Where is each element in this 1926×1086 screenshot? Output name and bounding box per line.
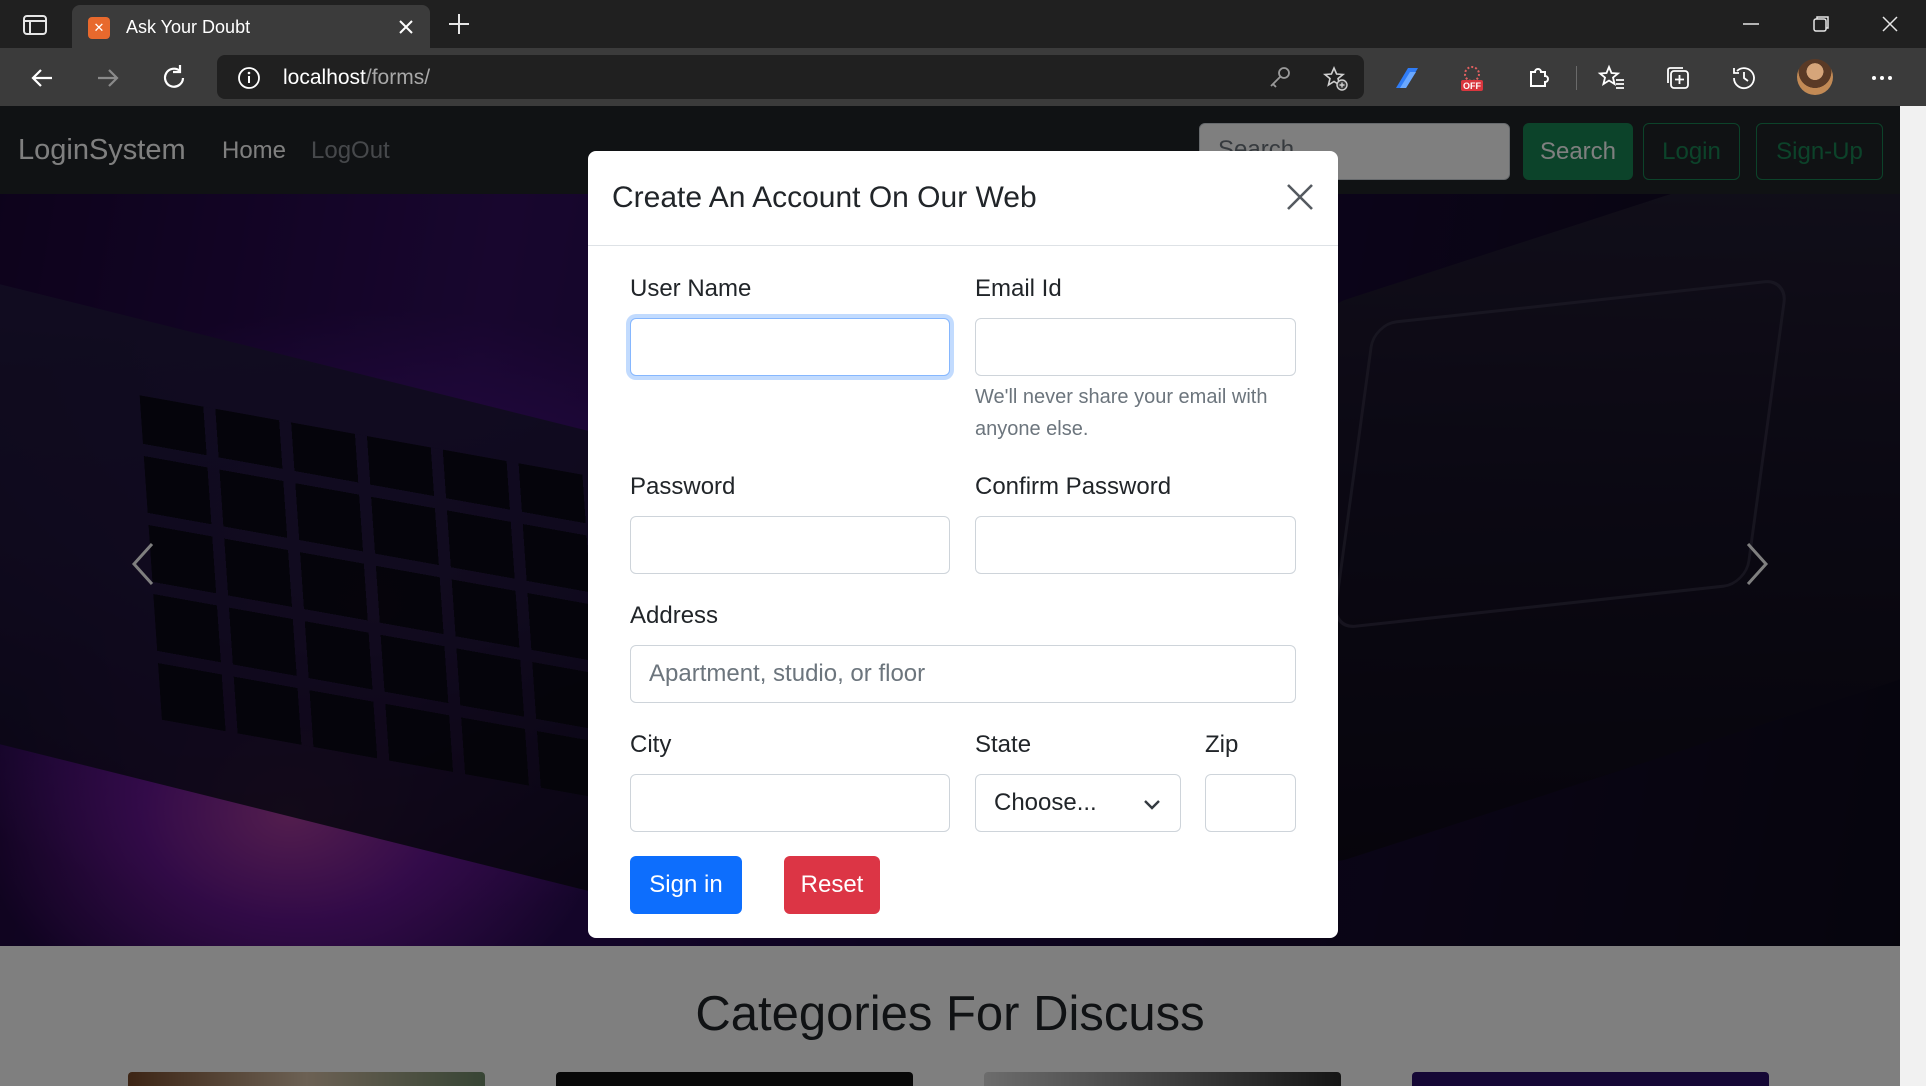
page-scrollbar[interactable] bbox=[1900, 106, 1926, 1086]
confirm-password-label: Confirm Password bbox=[975, 473, 1172, 500]
address-label: Address bbox=[630, 602, 719, 629]
restore-icon[interactable] bbox=[1807, 10, 1835, 38]
close-window-icon[interactable] bbox=[1876, 10, 1904, 38]
username-field[interactable] bbox=[630, 318, 950, 376]
close-icon[interactable] bbox=[1282, 179, 1318, 215]
tab-title: Ask Your Doubt bbox=[126, 17, 251, 37]
key-icon[interactable] bbox=[1267, 65, 1293, 91]
modal-title: Create An Account On Our Web bbox=[612, 181, 1037, 214]
add-favorite-icon[interactable] bbox=[1322, 65, 1348, 91]
email-field[interactable] bbox=[975, 318, 1296, 376]
extension-arrow-icon[interactable] bbox=[1390, 62, 1422, 94]
back-icon[interactable] bbox=[26, 62, 58, 94]
toolbar-separator bbox=[1576, 66, 1577, 90]
sign-in-button[interactable]: Sign in bbox=[630, 856, 742, 914]
city-label: City bbox=[630, 731, 672, 758]
reset-button[interactable]: Reset bbox=[784, 856, 880, 914]
url-text[interactable]: localhost/forms/ bbox=[283, 66, 430, 90]
forward-icon[interactable] bbox=[92, 62, 124, 94]
city-field[interactable] bbox=[630, 774, 950, 832]
modal-header: Create An Account On Our Web bbox=[588, 151, 1338, 246]
email-label: Email Id bbox=[975, 275, 1062, 302]
xampp-favicon-icon: ✕ bbox=[88, 17, 110, 39]
refresh-icon[interactable] bbox=[158, 62, 190, 94]
profile-avatar[interactable] bbox=[1797, 59, 1833, 95]
address-field[interactable]: Apartment, studio, or floor bbox=[630, 645, 1296, 703]
browser-tab-active[interactable]: ✕ Ask Your Doubt bbox=[72, 5, 430, 48]
zip-label: Zip bbox=[1205, 731, 1239, 758]
minimize-icon[interactable] bbox=[1737, 10, 1765, 38]
collections-icon[interactable] bbox=[1662, 62, 1694, 94]
site-info-icon[interactable] bbox=[237, 66, 261, 90]
address-bar[interactable]: localhost/forms/ bbox=[217, 55, 1364, 99]
history-icon[interactable] bbox=[1728, 62, 1760, 94]
favorites-icon[interactable] bbox=[1596, 62, 1628, 94]
signup-modal: Create An Account On Our Web User Name E… bbox=[588, 151, 1338, 938]
tab-actions-icon[interactable] bbox=[18, 12, 52, 38]
state-label: State bbox=[975, 731, 1032, 758]
username-label: User Name bbox=[630, 275, 752, 302]
password-label: Password bbox=[630, 473, 736, 500]
confirm-password-field[interactable] bbox=[975, 516, 1296, 574]
extensions-puzzle-icon[interactable] bbox=[1522, 62, 1554, 94]
state-selected-value: Choose... bbox=[994, 789, 1097, 816]
url-host: localhost bbox=[283, 66, 366, 89]
password-field[interactable] bbox=[630, 516, 950, 574]
close-tab-icon[interactable] bbox=[394, 15, 418, 39]
zip-field[interactable] bbox=[1205, 774, 1296, 832]
browser-toolbar: localhost/forms/ OFF bbox=[0, 48, 1926, 106]
email-help-text: We'll never share your email with anyone… bbox=[975, 386, 1268, 440]
extension-off-icon[interactable]: OFF bbox=[1456, 62, 1488, 94]
svg-text:OFF: OFF bbox=[1463, 81, 1481, 91]
new-tab-icon[interactable] bbox=[445, 10, 473, 38]
browser-tab-bar: ✕ Ask Your Doubt bbox=[0, 0, 1926, 48]
state-select[interactable]: Choose... bbox=[975, 774, 1181, 832]
url-path: /forms/ bbox=[365, 66, 431, 89]
chevron-down-icon bbox=[1142, 793, 1162, 813]
more-options-icon[interactable] bbox=[1866, 62, 1898, 94]
